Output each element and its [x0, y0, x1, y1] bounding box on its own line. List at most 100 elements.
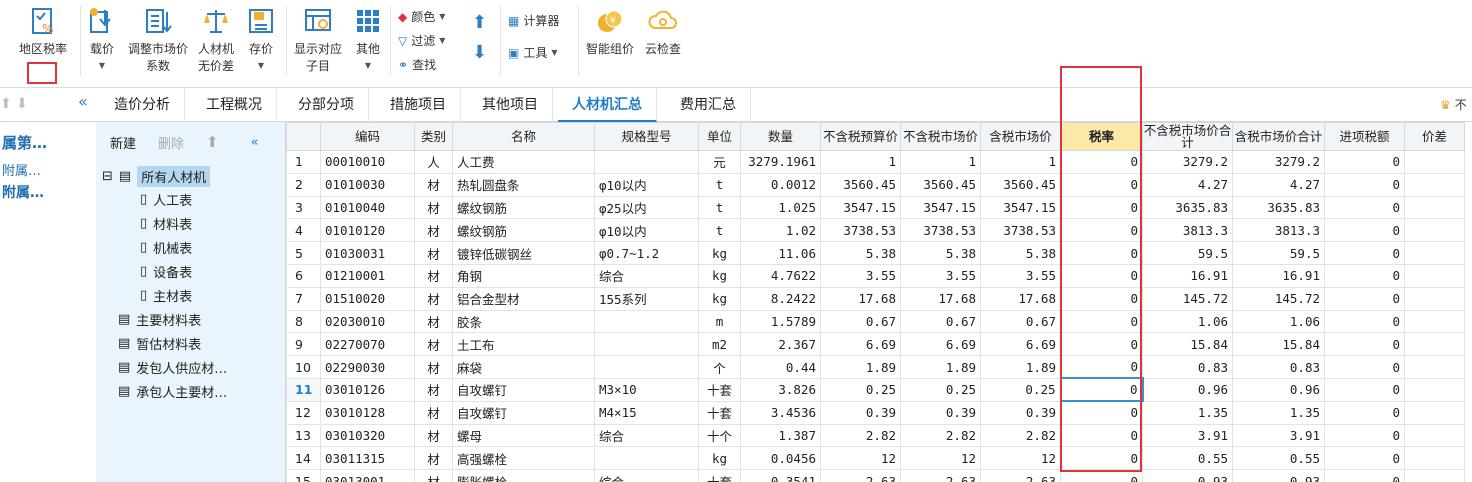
table-cell[interactable]: 01510020	[320, 286, 415, 311]
table-row[interactable]: 8 02030010 材胶条 m 1.5789 0.67 0.67 0.67 0 1.06 1.06…	[286, 309, 1465, 334]
table-cell[interactable]: 2.82	[900, 423, 981, 448]
table-cell[interactable]: 145.72	[1142, 286, 1233, 311]
table-cell[interactable]	[1404, 355, 1465, 379]
table-cell[interactable]: 元	[698, 150, 741, 174]
table-cell[interactable]: 0.67	[900, 309, 981, 334]
table-cell[interactable]: 镀锌低碳钢丝	[452, 241, 595, 265]
labor-no-diff-button[interactable]: 人材机 无价差	[194, 6, 238, 74]
table-cell[interactable]: 12	[820, 446, 901, 471]
table-cell[interactable]: φ0.7~1.2	[594, 241, 699, 265]
table-cell[interactable]: 0	[1324, 150, 1405, 174]
table-cell[interactable]: 5.38	[900, 241, 981, 265]
collapse-left-icon[interactable]: «	[78, 92, 88, 111]
col-header[interactable]: 类别	[414, 122, 453, 151]
table-cell[interactable]: 2.82	[820, 423, 901, 448]
table-cell[interactable]: 0	[1060, 469, 1143, 482]
table-cell[interactable]: 16.91	[1142, 263, 1233, 288]
table-cell[interactable]	[1404, 286, 1465, 311]
table-cell[interactable]: 人工费	[452, 150, 595, 174]
table-cell[interactable]	[1404, 446, 1465, 471]
cloud-check-button[interactable]: 云检查	[640, 6, 686, 57]
table-cell[interactable]: 麻袋	[452, 355, 595, 379]
table-cell[interactable]: 0.25	[900, 377, 981, 402]
table-cell[interactable]: 3547.15	[900, 195, 981, 220]
project-node-1[interactable]: 属第…	[2, 132, 47, 153]
table-cell[interactable]: 0	[1060, 309, 1143, 334]
table-cell[interactable]: 0	[1060, 400, 1143, 425]
table-row[interactable]: 6 01210001 材角钢 综合 kg 4.7622 3.55 3.55 3.55 0 16.91…	[286, 263, 1465, 288]
col-header[interactable]: 含税市场价	[980, 122, 1061, 151]
table-cell[interactable]: 0.39	[900, 400, 981, 425]
project-node-2[interactable]: 附属…	[2, 160, 41, 179]
table-cell[interactable]: 自攻螺钉	[452, 377, 595, 402]
table-row[interactable]: 1503013001材膨胀螺栓综合十套0.35412.632.632.6300.…	[286, 469, 1465, 482]
table-row[interactable]: 2 01010030 材热轧圆盘条 φ10以内 t 0.0012 3560.45 3560.4…	[286, 172, 1465, 197]
table-cell[interactable]: 0.55	[1232, 446, 1325, 471]
col-header[interactable]: 价差	[1404, 122, 1465, 151]
tree-node-contractor[interactable]: ▤ 承包人主要材…	[118, 382, 227, 401]
table-cell[interactable]: 02270070	[320, 332, 415, 357]
table-cell[interactable]: t	[698, 195, 741, 220]
table-cell[interactable]: M3×10	[594, 377, 699, 402]
table-cell[interactable]: 0.93	[1232, 469, 1325, 482]
table-cell[interactable]: 5.38	[980, 241, 1061, 265]
table-cell[interactable]: 4.27	[1232, 172, 1325, 197]
table-cell[interactable]: 0.25	[820, 377, 901, 402]
table-cell[interactable]: 02030010	[320, 309, 415, 334]
tree-node-material[interactable]: ▯ 材料表	[140, 214, 192, 233]
table-cell[interactable]: 3560.45	[900, 172, 981, 197]
move-down-arrow-icon[interactable]: ⬇	[472, 42, 487, 63]
table-cell[interactable]: 0.25	[980, 377, 1061, 402]
table-row[interactable]: 14 03011315 材高强螺栓 kg 0.0456 12 12 12 0 0.55 0.55 0	[286, 446, 1465, 471]
tree-node-estimated[interactable]: ▤ 暂估材料表	[118, 334, 201, 353]
col-header[interactable]: 税率	[1060, 122, 1143, 151]
table-cell[interactable]: 0.39	[820, 400, 901, 425]
table-cell[interactable]	[1404, 150, 1465, 174]
load-price-button[interactable]: 载价 ▼	[84, 6, 120, 71]
table-cell[interactable]: 综合	[594, 469, 699, 482]
col-header[interactable]: 不含税预算价	[820, 122, 901, 151]
table-cell[interactable]	[1404, 218, 1465, 243]
table-cell[interactable]: t	[698, 172, 741, 197]
table-cell[interactable]: 1.89	[900, 355, 981, 379]
table-cell[interactable]: 3.4536	[740, 400, 821, 425]
table-cell[interactable]: 1.06	[1142, 309, 1233, 334]
table-cell[interactable]: 材	[414, 241, 453, 265]
table-cell[interactable]: 螺纹钢筋	[452, 195, 595, 220]
table-cell[interactable]: 1.89	[820, 355, 901, 379]
table-cell[interactable]	[594, 150, 699, 174]
table-cell[interactable]: 01030031	[320, 241, 415, 265]
table-cell[interactable]: 材	[414, 263, 453, 288]
table-cell[interactable]: 6.69	[900, 332, 981, 357]
tab-project-overview[interactable]: 工程概况	[192, 88, 277, 122]
table-cell[interactable]: 热轧圆盘条	[452, 172, 595, 197]
table-cell[interactable]: 03013001	[320, 469, 415, 482]
nav-arrows-icon[interactable]: ⬆ ⬇	[0, 96, 28, 112]
adjust-market-price-button[interactable]: 调整市场价 系数	[124, 6, 192, 74]
table-cell[interactable]: 个	[698, 355, 741, 379]
tab-materials-summary[interactable]: 人材机汇总	[558, 88, 657, 122]
table-cell[interactable]: 材	[414, 400, 453, 425]
table-cell[interactable]	[1404, 263, 1465, 288]
table-cell[interactable]: 1.89	[980, 355, 1061, 379]
table-cell[interactable]: 1.06	[1232, 309, 1325, 334]
table-cell[interactable]: 01210001	[320, 263, 415, 288]
table-row[interactable]: 11 03010126 材自攻螺钉 M3×10 十套 3.826 0.25 0.25 0.25 0…	[286, 377, 1465, 403]
table-cell[interactable]: 17.68	[980, 286, 1061, 311]
table-cell[interactable]: 3.91	[1232, 423, 1325, 448]
table-row[interactable]: 7 01510020 材铝合金型材 155系列 kg 8.2422 17.68 17.68 17…	[286, 286, 1465, 311]
save-price-button[interactable]: 存价 ▼	[244, 6, 278, 71]
table-cell[interactable]: 0.67	[980, 309, 1061, 334]
table-cell[interactable]: kg	[698, 241, 741, 265]
table-cell[interactable]: 3547.15	[820, 195, 901, 220]
tab-subitems[interactable]: 分部分项	[284, 88, 369, 122]
table-cell[interactable]: 15.84	[1142, 332, 1233, 357]
table-cell[interactable]: 8.2422	[740, 286, 821, 311]
table-cell[interactable]: 3279.2	[1142, 150, 1233, 174]
table-cell[interactable]: 材	[414, 286, 453, 311]
table-cell[interactable]: 16.91	[1232, 263, 1325, 288]
table-cell[interactable]: 6.69	[820, 332, 901, 357]
table-cell[interactable]: 0	[1324, 446, 1405, 471]
find-button[interactable]: ⚭ 查找	[398, 56, 436, 73]
table-cell[interactable]: 3738.53	[900, 218, 981, 243]
